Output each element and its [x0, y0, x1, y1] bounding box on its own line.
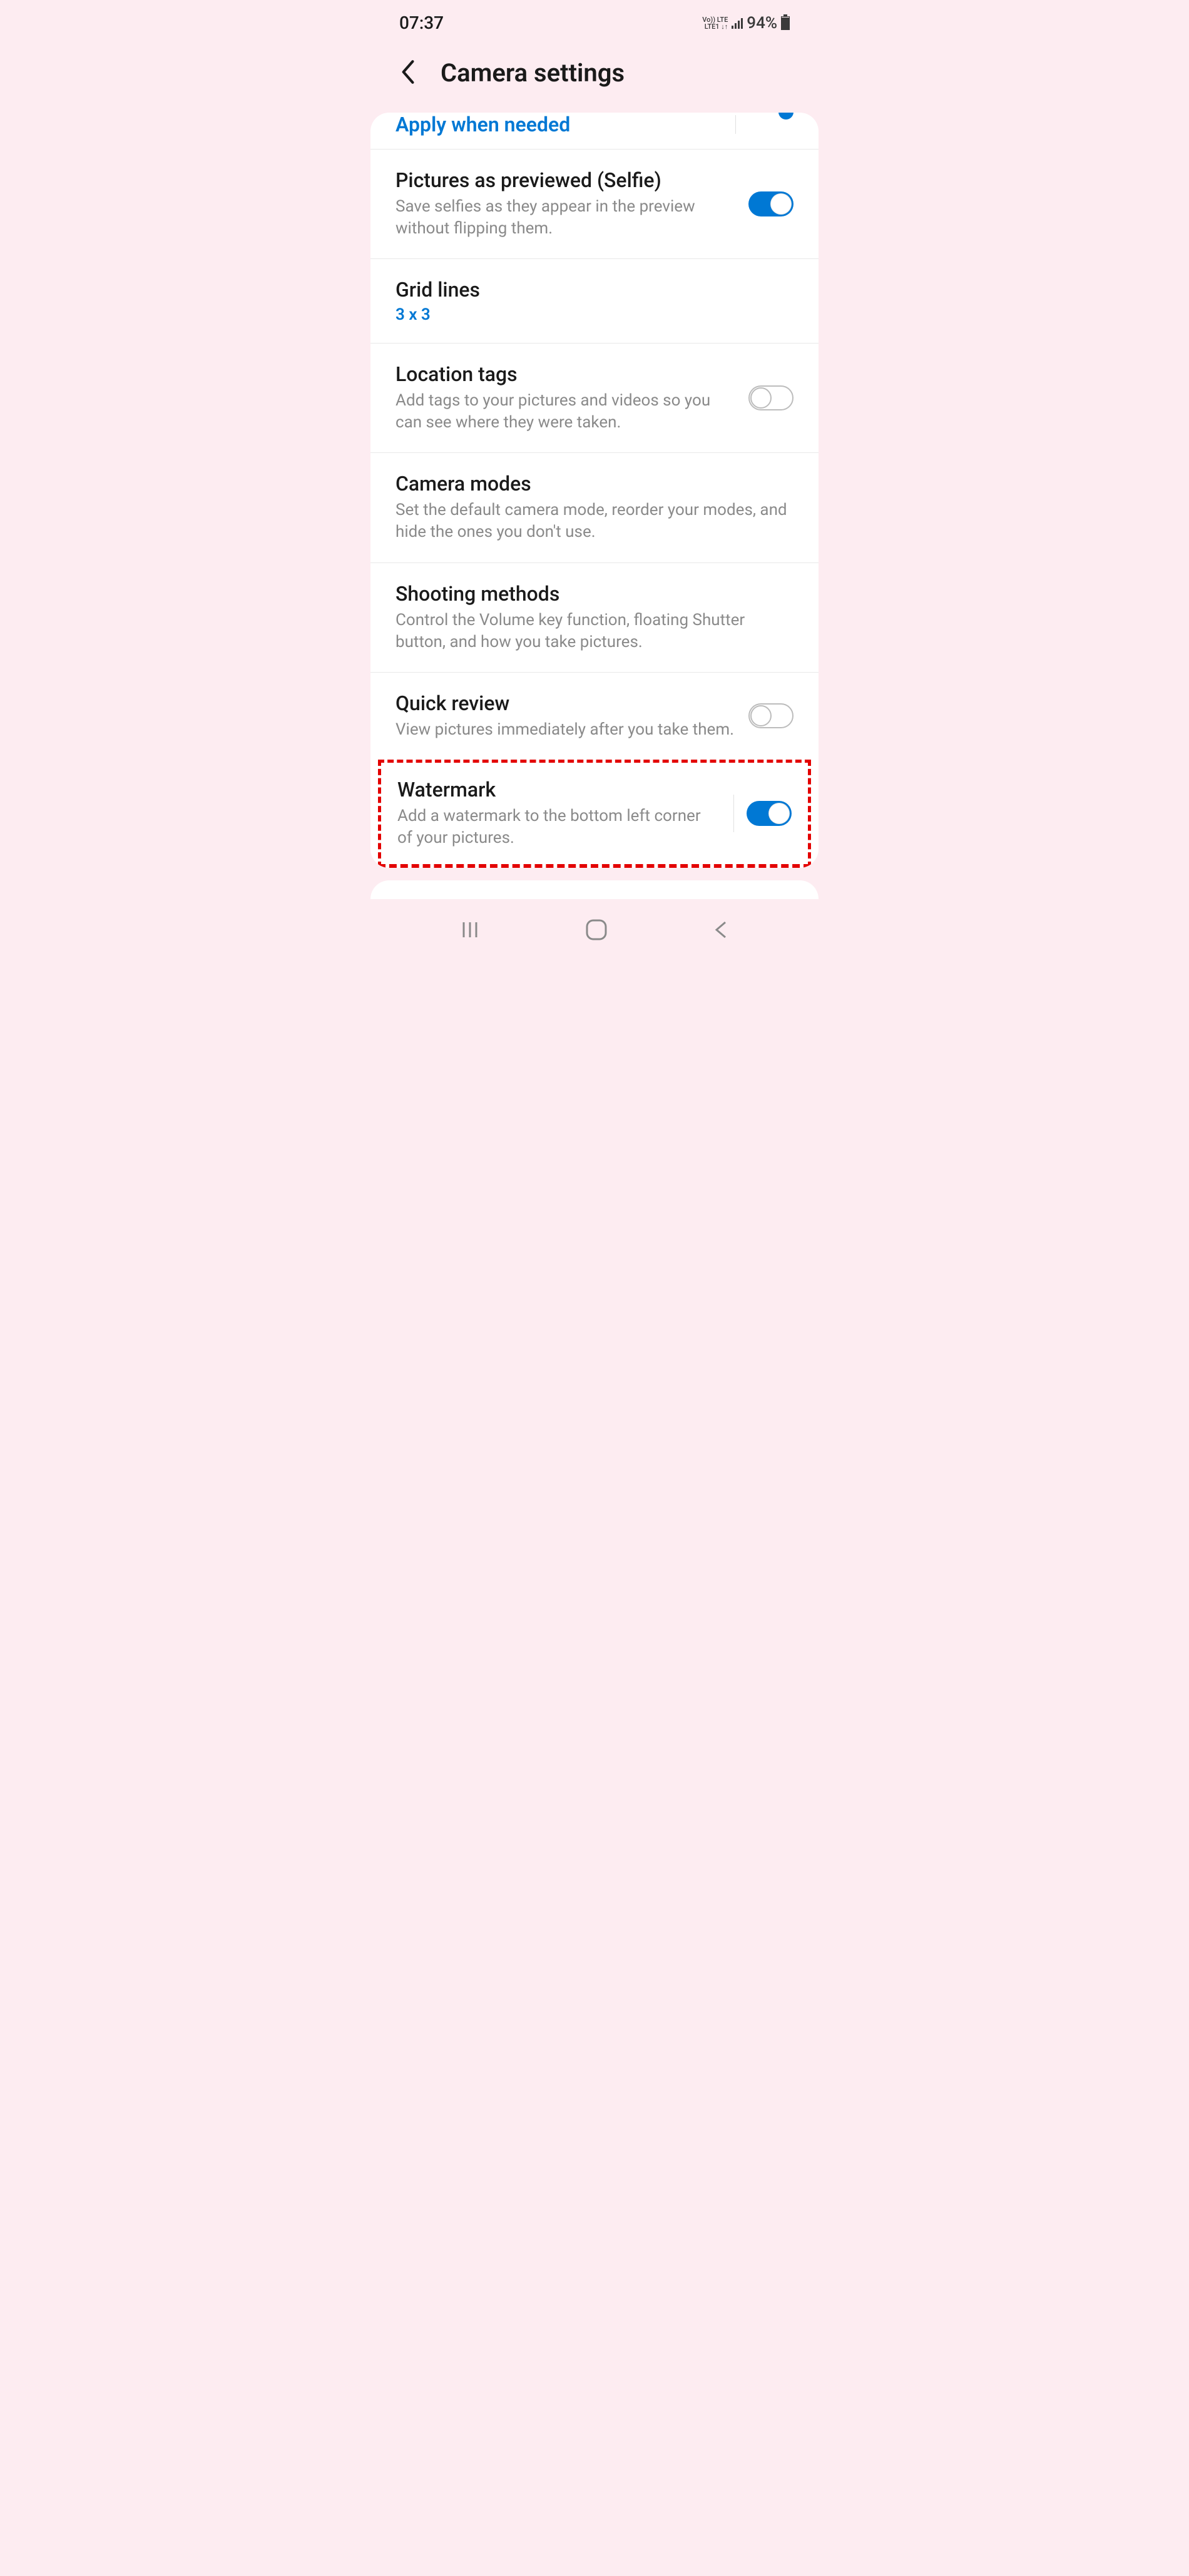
setting-title: Apply when needed — [395, 113, 718, 136]
setting-title: Location tags — [395, 362, 736, 386]
battery-icon — [781, 16, 790, 30]
setting-grid-lines[interactable]: Grid lines 3 x 3 — [370, 259, 819, 344]
toggle-selfie[interactable] — [748, 191, 794, 216]
network-bottom: LTE1 ↓↑ — [702, 23, 728, 30]
network-top: Vo)) LTE — [702, 16, 728, 23]
setting-selfie-preview[interactable]: Pictures as previewed (Selfie) Save self… — [370, 150, 819, 259]
setting-desc: Add tags to your pictures and videos so … — [395, 390, 736, 434]
recents-button[interactable] — [459, 919, 481, 944]
battery-percent: 94% — [747, 14, 777, 33]
setting-title: Quick review — [395, 691, 736, 715]
status-time: 07:37 — [399, 13, 444, 33]
setting-title: Shooting methods — [395, 582, 794, 606]
back-icon[interactable] — [399, 59, 416, 88]
setting-desc: Set the default camera mode, reorder you… — [395, 499, 794, 543]
toggle-watermark[interactable] — [747, 801, 792, 826]
setting-desc: Control the Volume key function, floatin… — [395, 609, 794, 653]
signal-icon — [732, 18, 743, 29]
settings-list: Apply when needed Pictures as previewed … — [370, 113, 819, 868]
setting-desc: Save selfies as they appear in the previ… — [395, 196, 736, 240]
setting-desc: View pictures immediately after you take… — [395, 719, 736, 741]
divider — [735, 115, 736, 134]
setting-title: Pictures as previewed (Selfie) — [395, 168, 736, 192]
toggle-location[interactable] — [748, 385, 794, 410]
setting-watermark[interactable]: Watermark Add a watermark to the bottom … — [381, 763, 808, 864]
highlight-box: Watermark Add a watermark to the bottom … — [378, 760, 811, 868]
setting-apply-when-needed[interactable]: Apply when needed — [370, 113, 819, 150]
back-nav-button[interactable] — [712, 919, 730, 944]
setting-location-tags[interactable]: Location tags Add tags to your pictures … — [370, 344, 819, 453]
setting-quick-review[interactable]: Quick review View pictures immediately a… — [370, 673, 819, 760]
navigation-bar — [369, 899, 820, 955]
network-indicator: Vo)) LTE LTE1 ↓↑ — [702, 16, 728, 30]
setting-camera-modes[interactable]: Camera modes Set the default camera mode… — [370, 453, 819, 563]
status-indicators: Vo)) LTE LTE1 ↓↑ 94% — [702, 14, 790, 33]
toggle-quick-review[interactable] — [748, 703, 794, 728]
setting-title: Camera modes — [395, 472, 794, 496]
setting-title: Watermark — [397, 778, 716, 802]
home-button[interactable] — [584, 918, 608, 944]
header: Camera settings — [369, 39, 820, 113]
next-card-peek — [370, 880, 819, 899]
setting-value: 3 x 3 — [395, 305, 794, 324]
status-bar: 07:37 Vo)) LTE LTE1 ↓↑ 94% — [369, 0, 820, 39]
setting-title: Grid lines — [395, 278, 794, 302]
divider — [733, 795, 734, 832]
page-title: Camera settings — [441, 58, 625, 88]
toggle-partial[interactable] — [778, 113, 794, 120]
setting-shooting-methods[interactable]: Shooting methods Control the Volume key … — [370, 563, 819, 673]
setting-desc: Add a watermark to the bottom left corne… — [397, 805, 716, 849]
